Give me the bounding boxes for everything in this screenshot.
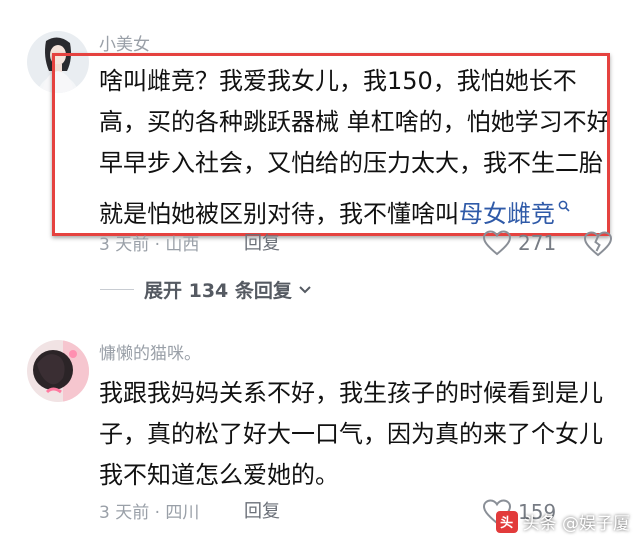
divider: [100, 289, 134, 290]
watermark: 头 头条 @娱子厦: [495, 509, 630, 534]
reply-button[interactable]: 回复: [244, 502, 280, 522]
comment-line: 我不知道怎么爱她的。: [99, 461, 339, 489]
watermark-text: 头条 @娱子厦: [522, 514, 630, 534]
expand-replies-label: 展开 134 条回复: [144, 280, 292, 302]
dislike-button[interactable]: [583, 231, 613, 261]
username[interactable]: 小美女: [99, 35, 150, 55]
comment-line: 子，真的松了好大一口气，因为真的来了个女儿: [99, 420, 603, 448]
comment-feed: 小美女 啥叫雌竞？我爱我女儿，我150，我怕她长不 高，买的各种跳跃器械 单杠啥…: [0, 0, 640, 542]
comment-line: 我跟我妈妈关系不好，我生孩子的时候看到是儿: [99, 379, 603, 407]
highlight-box: [52, 53, 610, 236]
reply-button[interactable]: 回复: [244, 234, 280, 254]
like-count: 271: [518, 231, 557, 255]
comment-meta: 3 天前 · 四川: [99, 503, 200, 523]
chevron-down-icon: [299, 285, 311, 293]
broken-heart-icon: [583, 231, 613, 257]
comment-body: 我跟我妈妈关系不好，我生孩子的时候看到是儿 子，真的松了好大一口气，因为真的来了…: [99, 373, 603, 496]
avatar[interactable]: [27, 340, 89, 402]
toutiao-logo: 头: [495, 510, 518, 533]
username[interactable]: 慵懒的猫咪。: [99, 344, 201, 364]
comment-meta: 3 天前 · 山西: [99, 235, 200, 255]
like-button[interactable]: 271: [482, 230, 556, 256]
heart-icon: [482, 230, 512, 256]
expand-replies[interactable]: 展开 134 条回复: [100, 276, 312, 303]
